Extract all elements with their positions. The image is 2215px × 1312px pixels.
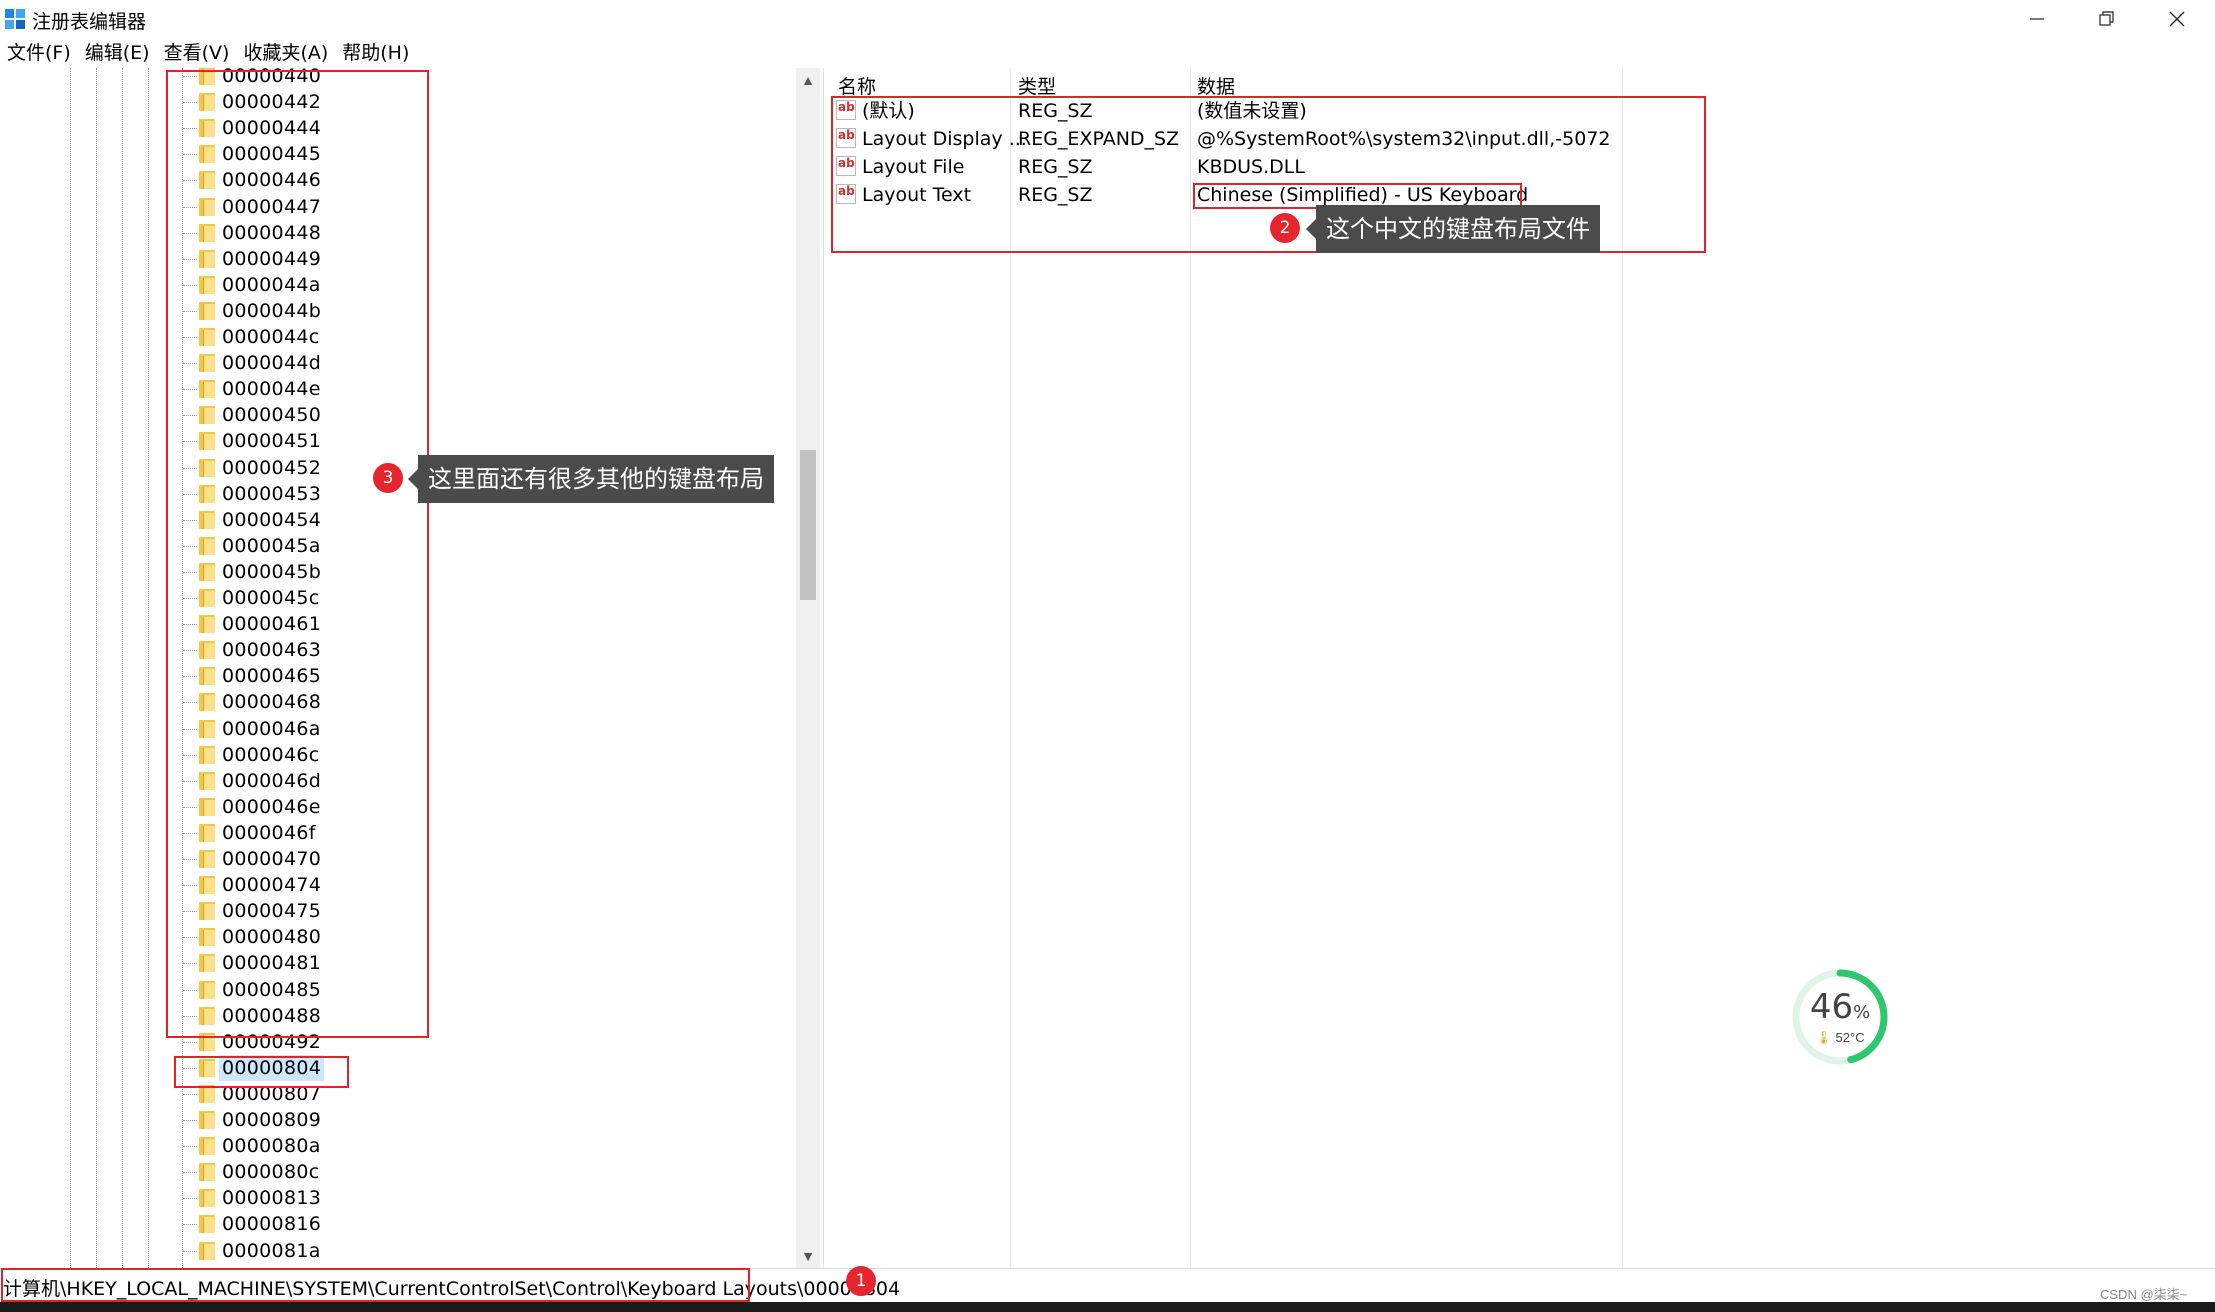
restore-button[interactable]: [2072, 0, 2142, 38]
tree-item-label: 00000813: [222, 1187, 322, 1210]
annotation-badge-2: 2: [1270, 213, 1300, 243]
taskbar-edge: [0, 1302, 2215, 1312]
title-bar: 注册表编辑器: [0, 0, 2215, 38]
tree-item[interactable]: 0000080a: [0, 1133, 800, 1159]
scroll-down-icon[interactable]: ▼: [796, 1244, 820, 1268]
menu-favorites[interactable]: 收藏夹(A): [236, 38, 335, 68]
cpu-usage-widget[interactable]: 46% 🌡 52°C: [1790, 967, 1890, 1067]
column-header-name[interactable]: 名称: [838, 72, 876, 99]
annotation-box-selected: [174, 1056, 349, 1088]
tree-connector: [183, 1250, 197, 1252]
annotation-badge-3: 3: [373, 463, 403, 493]
tree-item-label: 00000809: [222, 1109, 322, 1131]
tree-item-label: 0000080c: [222, 1161, 320, 1184]
annotation-callout-3: 这里面还有很多其他的键盘布局: [408, 455, 774, 503]
menu-help[interactable]: 帮助(H): [335, 38, 416, 68]
scroll-thumb[interactable]: [800, 450, 816, 600]
tree-item-label: 0000080a: [222, 1135, 321, 1158]
annotation-box-path: [1, 1268, 750, 1302]
list-header: 名称 类型 数据: [830, 68, 2215, 98]
column-header-type[interactable]: 类型: [1018, 72, 1056, 99]
annotation-box-layouts: [166, 70, 429, 1038]
annotation-badge-1: 1: [846, 1266, 876, 1296]
tree-connector: [183, 1041, 197, 1043]
tree-connector: [183, 1146, 197, 1148]
cpu-usage-percent: 46%: [1809, 987, 1871, 1027]
minimize-icon: [2030, 18, 2044, 20]
menu-bar: 文件(F) 编辑(E) 查看(V) 收藏夹(A) 帮助(H): [0, 38, 416, 68]
folder-icon: [199, 1110, 215, 1129]
tree-item-label: 00000816: [222, 1213, 322, 1236]
tree-item[interactable]: 00000813: [0, 1185, 800, 1211]
tree-item[interactable]: 0000081a: [0, 1238, 800, 1264]
thermometer-icon: 🌡: [1815, 1030, 1832, 1045]
menu-edit[interactable]: 编辑(E): [78, 38, 157, 68]
folder-icon: [199, 1136, 215, 1156]
tree-item[interactable]: 00000816: [0, 1211, 800, 1237]
registry-editor-icon: [5, 9, 25, 29]
tree-item[interactable]: 0000080c: [0, 1159, 800, 1185]
folder-icon: [199, 1241, 215, 1260]
window-title: 注册表编辑器: [32, 11, 147, 33]
tree-connector: [183, 1093, 197, 1095]
tree-item[interactable]: 00000809: [0, 1107, 800, 1133]
folder-icon: [199, 1214, 215, 1234]
annotation-callout-2: 这个中文的键盘布局文件: [1306, 205, 1600, 253]
tree-scrollbar[interactable]: ▲ ▼: [796, 68, 820, 1268]
watermark: CSDN @柒柒~: [2100, 1287, 2188, 1302]
scroll-up-icon[interactable]: ▲: [796, 68, 820, 92]
folder-icon: [199, 1188, 215, 1208]
registry-editor-window: 注册表编辑器 文件(F) 编辑(E) 查看(V) 收藏夹(A) 帮助(H) 00…: [0, 0, 2215, 1312]
folder-icon: [199, 1162, 215, 1182]
tree-connector: [183, 1224, 197, 1226]
tree-item[interactable]: 00000807: [0, 1081, 800, 1107]
close-button[interactable]: [2142, 0, 2212, 38]
tree-connector: [183, 1172, 197, 1174]
minimize-button[interactable]: [2002, 0, 2072, 38]
tree-connector: [183, 1120, 197, 1121]
column-header-data[interactable]: 数据: [1197, 72, 1235, 99]
tree-item[interactable]: 00000804: [0, 1054, 800, 1081]
restore-icon: [2099, 11, 2114, 26]
menu-file[interactable]: 文件(F): [0, 38, 78, 68]
close-icon: [2169, 11, 2185, 27]
tree-connector: [183, 1198, 197, 1200]
menu-view[interactable]: 查看(V): [157, 38, 237, 68]
temperature-readout: 🌡 52°C: [1815, 1030, 1865, 1045]
tree-item-label: 0000081a: [222, 1239, 321, 1262]
